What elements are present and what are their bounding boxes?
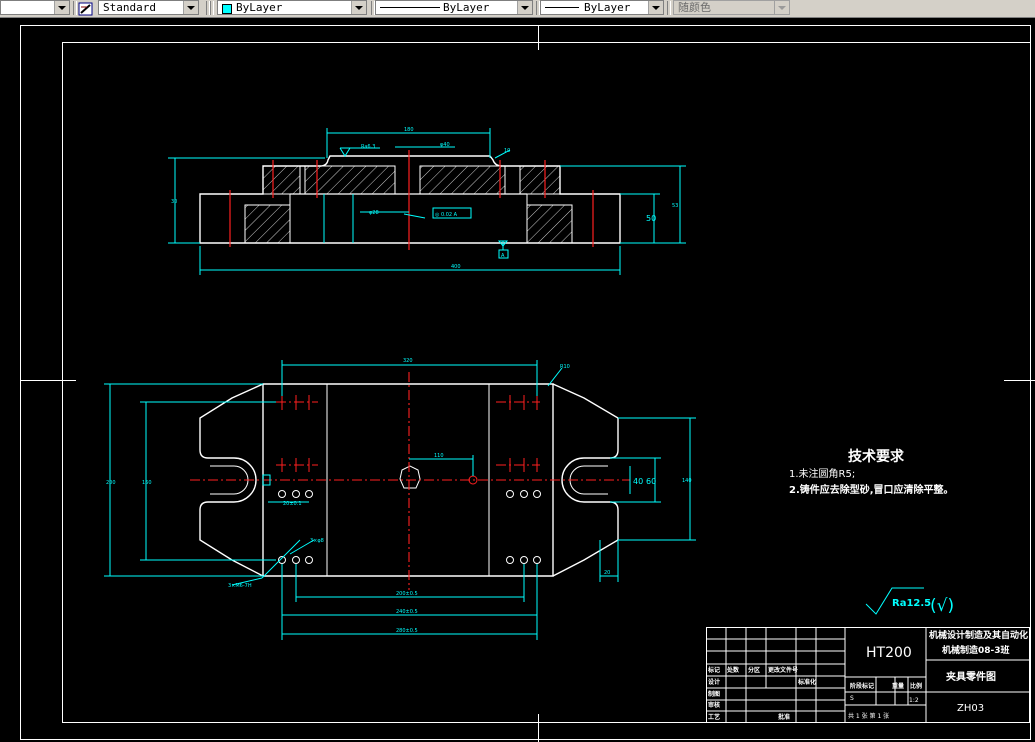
plot-style-value: 随颜色	[678, 1, 711, 14]
lineweight-select[interactable]: ByLayer	[540, 0, 664, 15]
roughness-value: Ra12.5	[892, 598, 931, 609]
title-block-label: 工艺	[708, 713, 720, 721]
title-block-label: 标准化	[797, 678, 816, 686]
title-block-label: 制图	[708, 690, 720, 698]
dim-label: 3×M6-7H	[228, 583, 252, 589]
title-block-label: 阶段标记	[850, 682, 874, 690]
dim-label: 40	[633, 477, 643, 486]
title-block-label: S	[850, 695, 854, 702]
plot-style-select: 随颜色	[673, 0, 790, 15]
chevron-down-icon[interactable]	[351, 1, 366, 14]
dim-label: 400	[451, 264, 461, 270]
title-block-label: 更改文件号	[768, 666, 798, 674]
toolbar-separator	[667, 1, 671, 15]
dim-label: 53	[672, 203, 678, 209]
dim-label: 320	[403, 358, 413, 364]
properties-toolbar: Standard ByLayer ByLayer ByLayer 随颜色	[0, 0, 1035, 18]
title-block-label: 设计	[708, 678, 720, 686]
color-select[interactable]: ByLayer	[217, 0, 367, 15]
lineweight-value: ByLayer	[584, 1, 631, 14]
title-block-label: 1:2	[909, 697, 919, 704]
dim-label: 10	[504, 148, 510, 154]
text-style-value: Standard	[103, 1, 156, 14]
title-block-label: 标记	[707, 666, 720, 674]
dim-label: A	[501, 253, 505, 259]
tech-req-line-1: 1.未注圆角R5;	[789, 467, 855, 480]
dim-label: 60	[646, 477, 656, 486]
chevron-down-icon[interactable]	[517, 1, 532, 14]
tech-req-line-2: 2.铸件应去除型砂,冒口应清除平整。	[789, 483, 954, 496]
dim-label: 20	[604, 570, 610, 576]
text-style-icon[interactable]	[78, 1, 94, 16]
title-block-label: 分区	[748, 666, 760, 674]
part-name-label: 夹具零件图	[946, 670, 996, 683]
drawing-canvas[interactable]: 180 Ra6.3 φ40 30 10 400 50 53 φ28 A ◎ 0.…	[0, 17, 1035, 742]
chevron-down-icon[interactable]	[54, 1, 69, 14]
dim-label: 30	[171, 199, 177, 205]
roughness-paren: (√)	[930, 596, 954, 616]
dim-label: 280±0.5	[396, 628, 418, 634]
dim-label: φ28	[369, 210, 379, 216]
dim-label: R10	[560, 364, 570, 370]
chevron-down-icon	[774, 1, 789, 14]
title-block-label: 比例	[910, 682, 922, 690]
dim-label: 20±0.1	[283, 501, 302, 507]
drawing-number-label: ZH03	[957, 703, 984, 714]
inner-frame	[62, 42, 1031, 723]
top-section-view: 180 Ra6.3 φ40 30 10 400 50 53 φ28 A ◎ 0.…	[168, 127, 686, 275]
front-view: 320 200 160 110 40 60 140 20 200±0.5 240…	[104, 358, 696, 640]
linetype-select[interactable]: ByLayer	[375, 0, 533, 15]
tech-req-title: 技术要求	[848, 448, 905, 465]
surface-roughness-note: Ra12.5 (√)	[865, 587, 954, 616]
linetype-value: ByLayer	[443, 1, 490, 14]
dim-label: 200	[106, 480, 116, 486]
dim-label: 50	[646, 214, 656, 223]
dim-label: 180	[404, 127, 414, 133]
sheet-border	[20, 25, 1031, 740]
school-label: 机械设计制造及其自动化	[929, 629, 1028, 641]
dim-label: 140	[682, 478, 692, 484]
dim-label: φ40	[440, 142, 450, 148]
toolbar-separator	[73, 1, 77, 15]
chevron-down-icon[interactable]	[183, 1, 198, 14]
dim-label: 240±0.5	[396, 609, 418, 615]
title-block-label: 重量	[892, 682, 904, 690]
title-block: HT200 机械设计制造及其自动化 机械制造08-3班 夹具零件图 ZH03 标…	[706, 627, 1030, 723]
title-block-label: 批准	[778, 713, 790, 721]
material-label: HT200	[866, 645, 912, 661]
title-block-label: 审核	[708, 701, 720, 709]
lineweight-sample-icon	[545, 7, 579, 8]
toolbar-combo-left[interactable]	[0, 0, 70, 15]
title-block-label: 处数	[726, 666, 740, 674]
dim-label: 3×φ8	[310, 538, 324, 544]
dim-label: ◎ 0.02 A	[435, 212, 458, 218]
text-style-select[interactable]: Standard	[98, 0, 199, 15]
toolbar-separator	[210, 1, 214, 15]
technical-requirements: 技术要求 1.未注圆角R5; 2.铸件应去除型砂,冒口应清除平整。	[789, 448, 954, 496]
class-label: 机械制造08-3班	[942, 644, 1010, 656]
linetype-sample-icon	[380, 7, 440, 8]
chevron-down-icon[interactable]	[648, 1, 663, 14]
dim-label: 160	[142, 480, 152, 486]
dim-label: 110	[434, 453, 444, 459]
dim-label: Ra6.3	[361, 144, 375, 150]
title-block-label: 共 1 张 第 1 张	[848, 712, 889, 720]
color-value: ByLayer	[236, 1, 283, 14]
color-swatch-icon	[222, 4, 232, 14]
dim-label: 200±0.5	[396, 591, 418, 597]
